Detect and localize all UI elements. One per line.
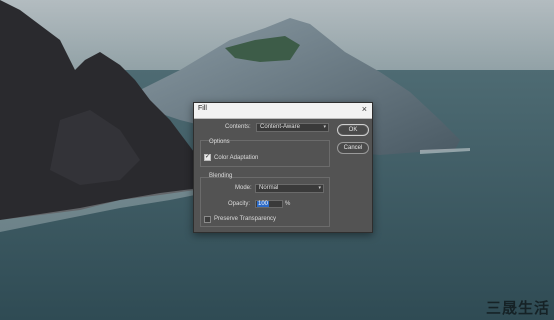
color-adaptation-label[interactable]: Color Adaptation xyxy=(214,155,258,161)
preserve-transparency-checkbox[interactable] xyxy=(204,216,211,223)
contents-select-value: Content-Aware xyxy=(260,124,300,130)
contents-label: Contents: xyxy=(225,124,251,130)
chevron-down-icon: ▾ xyxy=(323,124,326,130)
dialog-title: Fill xyxy=(198,105,207,112)
checkmark-icon: ✓ xyxy=(205,154,211,160)
cancel-button[interactable]: Cancel xyxy=(337,142,369,154)
contents-select[interactable]: Content-Aware ▾ xyxy=(256,123,329,132)
mode-select-value: Normal xyxy=(259,185,279,191)
ok-button[interactable]: OK xyxy=(337,124,369,136)
opacity-input[interactable]: 100 xyxy=(255,200,283,208)
opacity-label: Opacity: xyxy=(228,201,251,207)
watermark-logo: 三晟生活 xyxy=(485,300,550,317)
preserve-transparency-label[interactable]: Preserve Transparency xyxy=(214,216,276,222)
options-label: Options xyxy=(209,139,230,145)
fill-dialog: Fill × Contents: Content-Aware ▾ Options… xyxy=(193,102,373,233)
blending-label: Blending xyxy=(209,173,233,179)
dialog-titlebar[interactable]: Fill × xyxy=(194,103,372,119)
opacity-unit: % xyxy=(285,201,291,207)
chevron-down-icon: ▾ xyxy=(318,185,321,191)
mode-label: Mode: xyxy=(235,185,252,191)
opacity-value: 100 xyxy=(257,201,270,207)
mode-select[interactable]: Normal ▾ xyxy=(255,184,324,193)
close-icon[interactable]: × xyxy=(362,104,367,115)
color-adaptation-checkbox[interactable]: ✓ xyxy=(204,154,211,161)
